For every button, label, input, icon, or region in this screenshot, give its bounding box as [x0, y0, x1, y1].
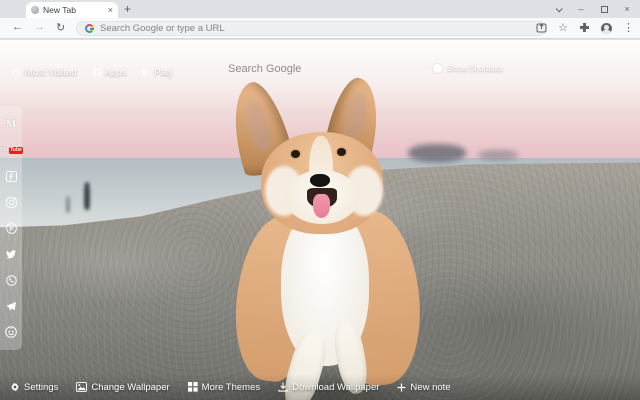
- wallpaper-person: [84, 182, 90, 210]
- download-wallpaper-button[interactable]: Download Wallpaper: [278, 382, 379, 393]
- toggle-label: Show Shortcuts: [447, 64, 504, 73]
- menu-dots-icon[interactable]: ⋮: [623, 23, 634, 34]
- browser-window: New Tab × + – × ← → ↻ ☆ ⋮: [0, 0, 640, 400]
- forward-icon[interactable]: →: [34, 21, 45, 33]
- new-note-button[interactable]: New note: [397, 382, 451, 393]
- bookmark-star-icon[interactable]: ☆: [558, 23, 568, 34]
- facebook-icon[interactable]: [3, 168, 19, 184]
- maximize-icon[interactable]: [599, 4, 609, 14]
- page-search[interactable]: [205, 58, 435, 80]
- minimize-icon[interactable]: –: [576, 4, 586, 14]
- toggle-checkbox[interactable]: [433, 64, 442, 73]
- apps-link[interactable]: Apps: [92, 67, 126, 78]
- browser-tab[interactable]: New Tab ×: [26, 2, 118, 18]
- extensions-puzzle-icon[interactable]: [579, 22, 590, 36]
- plus-icon: [397, 383, 406, 391]
- page-bottom-bar: Settings Change Wallpaper More Themes Do…: [0, 374, 640, 400]
- toolbar-actions: ☆ ⋮: [536, 18, 636, 39]
- social-sidebar: M You Tube P: [0, 106, 23, 350]
- new-tab-button[interactable]: +: [124, 2, 131, 16]
- share-icon[interactable]: [536, 22, 547, 36]
- twitter-icon[interactable]: [3, 246, 19, 262]
- dog-tongue: [313, 194, 330, 218]
- play-icon: [143, 68, 150, 76]
- new-tab-page: Most Visited Apps Play Show Shortcuts M …: [0, 40, 640, 400]
- youtube-icon[interactable]: You Tube: [0, 142, 23, 158]
- reddit-icon[interactable]: [3, 324, 19, 340]
- tab-search-icon[interactable]: [553, 4, 563, 14]
- tab-close-icon[interactable]: ×: [108, 5, 113, 15]
- wallpaper-corgi-dog: [221, 73, 428, 400]
- window-controls: – ×: [553, 0, 636, 18]
- tab-strip: New Tab × + – ×: [0, 0, 640, 18]
- close-icon[interactable]: ×: [622, 4, 632, 14]
- svg-text:P: P: [9, 225, 14, 232]
- clock-icon: [12, 67, 21, 77]
- profile-avatar[interactable]: [601, 23, 612, 34]
- wallpaper-horizon-buildings: [478, 150, 518, 160]
- settings-button[interactable]: Settings: [10, 382, 58, 393]
- google-logo-icon: [85, 24, 94, 33]
- reload-icon[interactable]: ↻: [56, 21, 65, 34]
- omnibox-input[interactable]: [100, 23, 537, 34]
- more-themes-button[interactable]: More Themes: [187, 382, 260, 393]
- dog-eye: [337, 148, 346, 156]
- omnibox[interactable]: [76, 21, 546, 36]
- browser-toolbar: ← → ↻ ☆ ⋮: [0, 18, 640, 39]
- shortcuts-toggle[interactable]: Show Shortcuts: [433, 64, 503, 73]
- telegram-icon[interactable]: [3, 298, 19, 314]
- tab-title: New Tab: [43, 5, 76, 15]
- back-icon[interactable]: ←: [12, 21, 23, 33]
- most-visited-link[interactable]: Most Visited: [12, 67, 77, 78]
- change-wallpaper-button[interactable]: Change Wallpaper: [76, 382, 170, 393]
- gmail-icon[interactable]: M: [3, 116, 19, 132]
- themes-grid-icon: [187, 382, 198, 392]
- pinterest-icon[interactable]: P: [3, 220, 19, 236]
- wallpaper-person-small: [66, 196, 70, 213]
- dog-nose: [310, 174, 330, 187]
- play-link[interactable]: Play: [142, 67, 173, 78]
- tab-favicon-icon: [31, 6, 39, 14]
- instagram-icon[interactable]: [3, 194, 19, 210]
- gear-icon: [10, 382, 20, 392]
- whatsapp-icon[interactable]: [3, 272, 19, 288]
- download-icon: [278, 382, 288, 392]
- apps-grid-icon: [92, 68, 101, 76]
- dog-eye: [291, 150, 300, 158]
- image-icon: [76, 382, 88, 392]
- page-search-input[interactable]: [205, 58, 435, 80]
